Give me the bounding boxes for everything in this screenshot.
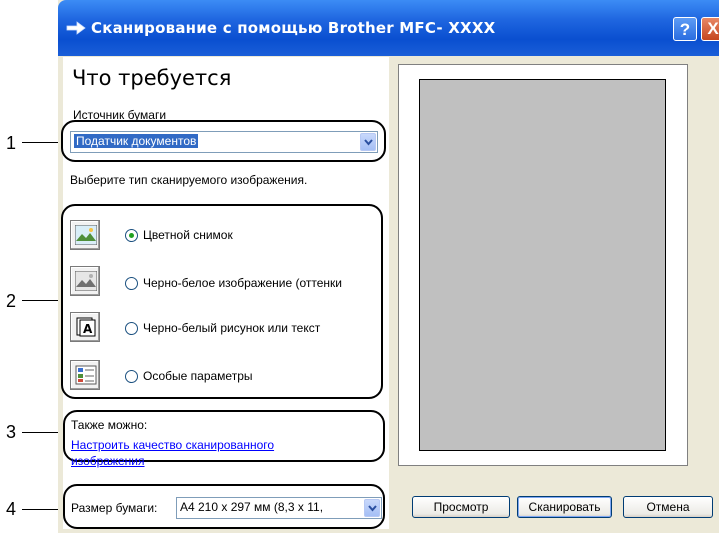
svg-text:A: A xyxy=(83,322,93,336)
window-title: Сканирование с помощью Brother MFC- XXXX xyxy=(91,19,496,37)
cancel-button[interactable]: Отмена xyxy=(623,496,713,518)
color-photo-icon[interactable] xyxy=(70,220,100,250)
dropdown-button[interactable] xyxy=(364,499,380,517)
callout-2: 2 xyxy=(6,291,17,311)
preview-button[interactable]: Просмотр xyxy=(412,496,510,518)
custom-settings-radio[interactable] xyxy=(125,370,138,383)
paper-size-value: A4 210 x 297 мм (8,3 x 11, xyxy=(180,500,324,514)
custom-settings-icon[interactable] xyxy=(70,360,100,390)
adjust-quality-link[interactable]: Настроить качество сканированного изображ… xyxy=(71,437,274,469)
color-photo-label[interactable]: Цветной снимок xyxy=(143,228,233,242)
also-label: Также можно: xyxy=(71,418,148,432)
preview-area xyxy=(419,79,666,451)
title-bar: Сканирование с помощью Brother MFC- XXXX… xyxy=(58,0,719,56)
callout-ring-1 xyxy=(61,120,386,162)
close-button[interactable]: X xyxy=(701,17,719,41)
bw-text-radio[interactable] xyxy=(125,322,138,335)
paper-size-label: Размер бумаги: xyxy=(71,501,158,515)
paper-size-select[interactable]: A4 210 x 297 мм (8,3 x 11, xyxy=(176,497,382,519)
grayscale-photo-label[interactable]: Черно-белое изображение (оттенки xyxy=(143,276,342,290)
custom-settings-label[interactable]: Особые параметры xyxy=(143,369,253,383)
color-photo-radio[interactable] xyxy=(125,229,138,242)
bw-text-label[interactable]: Черно-белый рисунок или текст xyxy=(143,321,320,335)
scan-button[interactable]: Сканировать xyxy=(517,496,612,518)
bw-text-icon[interactable]: A xyxy=(70,312,100,342)
scan-arrow-icon xyxy=(66,21,86,35)
callout-1: 1 xyxy=(6,133,17,153)
callout-4: 4 xyxy=(6,499,17,519)
callout-3: 3 xyxy=(6,422,17,442)
scan-type-prompt: Выберите тип сканируемого изображения. xyxy=(70,173,308,187)
grayscale-photo-radio[interactable] xyxy=(125,277,138,290)
chevron-down-icon xyxy=(368,505,377,512)
grayscale-photo-icon[interactable] xyxy=(70,266,100,296)
panel-heading: Что требуется xyxy=(72,66,232,90)
help-button[interactable]: ? xyxy=(673,17,697,41)
